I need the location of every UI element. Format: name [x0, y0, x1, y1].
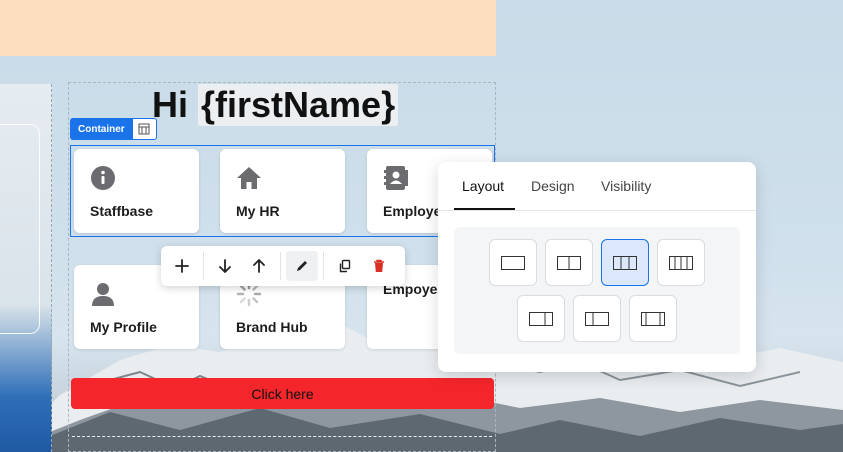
- layout-four-columns[interactable]: [657, 239, 705, 286]
- toolbar-divider: [203, 252, 204, 280]
- duplicate-icon: [339, 259, 351, 273]
- greeting-hi: Hi: [152, 84, 188, 125]
- tile-label: My Profile: [90, 319, 157, 335]
- add-icon: [175, 259, 189, 273]
- side-image: [0, 84, 52, 452]
- tile-label: My HR: [236, 203, 280, 219]
- add-button[interactable]: [166, 251, 198, 281]
- tile-label: Brand Hub: [236, 319, 308, 335]
- delete-button[interactable]: [363, 251, 395, 281]
- greeting-heading[interactable]: Hi {firstName}: [152, 84, 399, 126]
- move-up-button[interactable]: [243, 251, 275, 281]
- move-up-icon: [253, 259, 265, 273]
- tile-staffbase[interactable]: Staffbase: [74, 149, 199, 233]
- layout-two-columns[interactable]: [545, 239, 593, 286]
- move-down-button[interactable]: [209, 251, 241, 281]
- wide-left-icon: [529, 311, 553, 326]
- layout-wide-center[interactable]: [629, 295, 677, 342]
- block-toolbar: [161, 246, 405, 286]
- layout-wide-left[interactable]: [517, 295, 565, 342]
- two-columns-icon: [557, 255, 581, 270]
- glass-reflection: [0, 124, 40, 334]
- tab-design[interactable]: Design: [531, 178, 575, 194]
- wide-center-icon: [641, 311, 665, 326]
- person-icon: [92, 283, 114, 306]
- delete-icon: [374, 259, 384, 272]
- tile-my-hr[interactable]: My HR: [220, 149, 345, 233]
- container-select-icon[interactable]: [132, 118, 157, 140]
- tile-label: Employe: [383, 203, 442, 219]
- contacts-book-icon: [384, 166, 408, 190]
- move-down-icon: [219, 259, 231, 273]
- home-icon: [237, 167, 261, 189]
- layout-options: [454, 227, 740, 354]
- container-tag[interactable]: Container: [70, 118, 157, 140]
- tile-label: Staffbase: [90, 203, 154, 219]
- container-tag-label: Container: [70, 118, 133, 140]
- layout-wide-right[interactable]: [573, 295, 621, 342]
- toolbar-divider: [280, 252, 281, 280]
- tab-visibility[interactable]: Visibility: [601, 178, 651, 194]
- duplicate-button[interactable]: [329, 251, 361, 281]
- four-columns-icon: [669, 255, 693, 270]
- header-banner: [0, 0, 496, 56]
- edit-icon: [297, 261, 307, 271]
- toolbar-divider: [323, 252, 324, 280]
- three-columns-icon: [613, 255, 637, 270]
- tab-layout[interactable]: Layout: [462, 178, 504, 194]
- one-column-icon: [501, 255, 525, 270]
- panel-tabs: Layout Design Visibility: [438, 162, 756, 211]
- greeting-variable: {firstName}: [198, 84, 399, 126]
- layout-three-columns[interactable]: [601, 239, 649, 286]
- active-tab-indicator: [454, 208, 515, 210]
- layout-one-column[interactable]: [489, 239, 537, 286]
- edit-button[interactable]: [286, 251, 318, 281]
- info-icon: [91, 166, 115, 190]
- settings-panel: Layout Design Visibility: [438, 162, 756, 372]
- bottom-section-outline: [72, 436, 492, 452]
- click-here-button[interactable]: Click here: [71, 378, 494, 409]
- wide-right-icon: [585, 311, 609, 326]
